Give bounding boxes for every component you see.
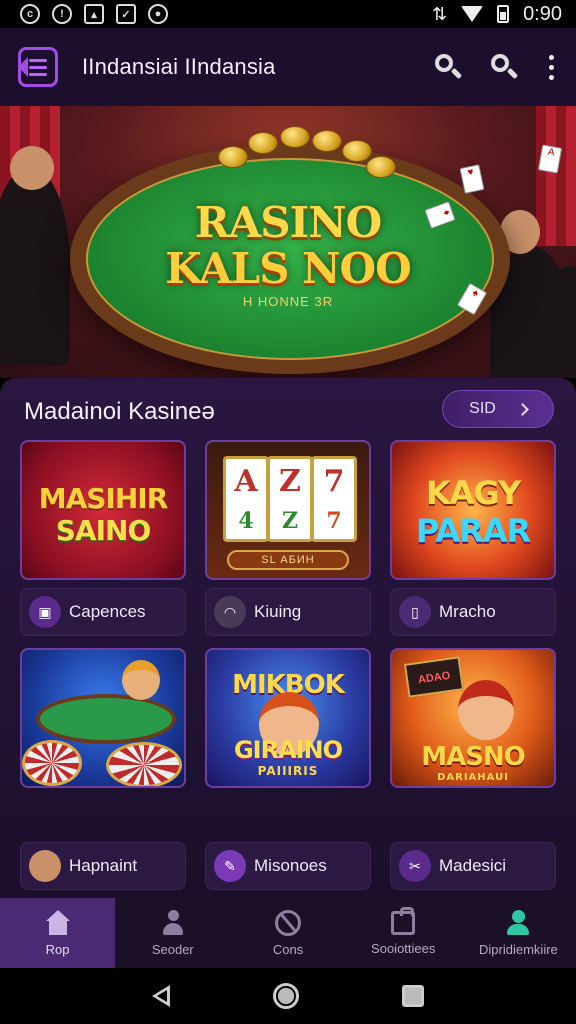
coin-icon <box>218 146 248 168</box>
home-icon <box>44 909 72 936</box>
nav-item-home[interactable]: Rop <box>0 898 116 968</box>
status-bar: c ! ▴ ✓ ● ⇅ 0:90 <box>0 0 576 28</box>
tile-title-line3: DARIAHAUI <box>437 772 509 783</box>
game-label: Mracho <box>439 602 496 621</box>
battery-icon <box>497 5 510 23</box>
nav-label: Rop <box>45 941 70 957</box>
game-tile[interactable]: MASIHIR SAINO <box>20 440 186 580</box>
game-label: Kiuing <box>254 602 302 621</box>
character-head <box>122 660 160 700</box>
menu-icon <box>29 58 47 76</box>
search-icon[interactable] <box>433 52 463 82</box>
slot-reel: ZZ <box>267 456 313 542</box>
nav-item-seoder[interactable]: Seoder <box>115 898 230 968</box>
chevron-right-icon <box>515 402 529 416</box>
see-all-button[interactable]: SID <box>442 390 554 428</box>
slot-base-label: SL АБИН <box>227 550 349 570</box>
wifi-icon <box>461 6 484 22</box>
tile-table-art <box>36 694 176 744</box>
game-label-card[interactable]: Hapnaint <box>20 842 186 890</box>
notification-icon: ! <box>52 4 72 24</box>
nav-label: Dipridiemkiire <box>479 941 558 957</box>
user-icon <box>159 909 187 936</box>
content-panel: Madainoi Kasineə SID MASIHIR SAINO A4 ZZ… <box>0 378 576 898</box>
app-icon: ● <box>148 4 168 24</box>
character-head <box>458 680 514 740</box>
game-tile[interactable] <box>20 648 186 788</box>
hero-subtext: H HONNE 3R <box>242 294 334 309</box>
avatar-icon <box>29 850 61 882</box>
status-left-icons: c ! ▴ ✓ ● <box>20 4 168 24</box>
coin-icon <box>312 130 342 152</box>
game-label-card[interactable]: ✂ Madesici <box>390 842 556 890</box>
nav-label: Cons <box>272 941 304 957</box>
hero-banner[interactable]: ♥ A ♦ ♠ RASINO KALS NOO H HONNE 3R <box>0 106 576 378</box>
sign-board: ADAO <box>403 656 465 698</box>
coin-icon <box>366 156 396 178</box>
player-left-head <box>10 146 54 190</box>
nav-item-cons[interactable]: Cons <box>230 898 345 968</box>
tool-icon: ✂ <box>399 850 431 882</box>
system-recents-icon[interactable] <box>402 985 425 1007</box>
nav-label: Seoder <box>151 941 194 957</box>
section-title: Madainoi Kasineə <box>24 398 215 425</box>
phone-icon: ▯ <box>399 596 431 628</box>
mail-icon: ✓ <box>116 4 136 24</box>
gamepad-icon: ▣ <box>29 596 61 628</box>
status-right: ⇅ 0:90 <box>432 3 562 26</box>
game-label-card[interactable]: ▯ Mracho <box>390 588 556 636</box>
system-back-icon[interactable] <box>151 985 170 1007</box>
coin-icon <box>248 132 278 154</box>
status-time: 0:90 <box>523 2 562 25</box>
coin-icon <box>280 126 310 148</box>
game-label: Misonoes <box>254 856 327 875</box>
tile-title-line1: MASIHIR <box>38 482 169 515</box>
game-label: Hapnaint <box>69 856 138 875</box>
image-icon: ▴ <box>84 4 104 24</box>
bottom-navigation: Rop Seoder Cons Sooiottiees Dipridiemkii… <box>0 898 576 968</box>
game-tile[interactable]: A4 ZZ 77 SL АБИН <box>205 440 371 580</box>
pen-icon: ✎ <box>214 850 246 882</box>
hero-logo-line2: KALS NOO <box>165 244 411 293</box>
game-tile[interactable]: MIKBOK GIRAINO PAIIIRIS <box>205 648 371 788</box>
tile-title-line2: SAINO <box>55 514 152 547</box>
app-bar: IIndansiai IIndansia <box>0 28 576 106</box>
profile-icon <box>504 909 532 936</box>
compass-icon <box>275 909 301 936</box>
tile-title-line2: PARAR <box>415 512 531 550</box>
game-tile[interactable]: ADAO MASNO DARIAHAUI <box>390 648 556 788</box>
tile-title-line3: PAIIIRIS <box>257 764 319 778</box>
tile-title-line1: KAGY <box>425 474 521 512</box>
app-title: IIndansiai IIndansia <box>82 54 276 79</box>
game-tile[interactable]: KAGY PARAR <box>390 440 556 580</box>
slot-reel: 77 <box>311 456 357 542</box>
more-options-icon[interactable] <box>545 54 558 80</box>
game-label-card[interactable]: ✎ Misonoes <box>205 842 371 890</box>
roulette-icon <box>106 742 182 786</box>
headphones-icon: ◠ <box>214 596 246 628</box>
search-settings-icon[interactable] <box>489 52 519 82</box>
tile-title-line2: MASNO <box>421 742 526 772</box>
playing-card-icon: ♥ <box>459 164 485 194</box>
roulette-icon <box>22 740 82 786</box>
bag-icon <box>391 906 416 935</box>
nav-item-profile[interactable]: Dipridiemkiire <box>461 898 576 968</box>
game-label-card[interactable]: ◠ Kiuing <box>205 588 371 636</box>
nav-label: Sooiottiees <box>371 940 436 956</box>
see-all-label: SID <box>469 400 496 417</box>
slot-reel: A4 <box>223 456 269 542</box>
vibrate-icon: ⇅ <box>431 3 448 24</box>
back-arrow-icon <box>18 57 28 77</box>
game-label-card[interactable]: ▣ Capences <box>20 588 186 636</box>
back-menu-button[interactable] <box>18 47 58 87</box>
hero-logo-line1: RASINO <box>194 198 382 247</box>
nav-item-sooiottiees[interactable]: Sooiottiees <box>346 898 461 968</box>
coin-icon <box>342 140 372 162</box>
game-label: Capences <box>69 602 146 621</box>
game-label: Madesici <box>439 856 507 875</box>
tile-title-line2: GIRAINO <box>233 736 343 764</box>
whatsapp-icon: c <box>20 4 40 24</box>
system-navigation <box>0 968 576 1024</box>
system-home-icon[interactable] <box>272 983 299 1009</box>
